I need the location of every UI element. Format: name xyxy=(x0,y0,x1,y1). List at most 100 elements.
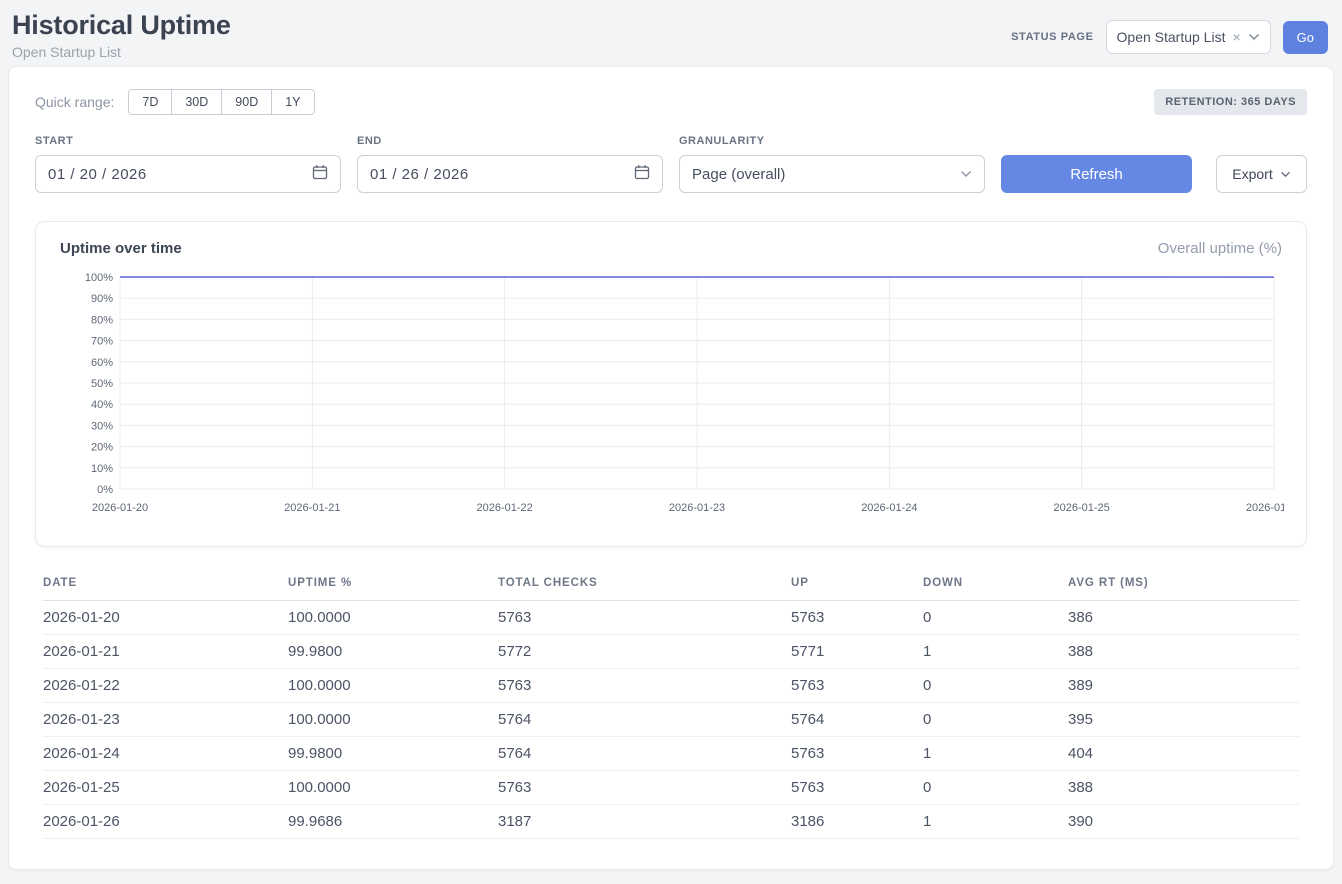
svg-text:2026-01-26: 2026-01-26 xyxy=(1246,502,1284,514)
table-cell: 388 xyxy=(1068,771,1299,805)
page-header: Historical Uptime Open Startup List STAT… xyxy=(0,0,1342,66)
table-column-header: UP xyxy=(791,569,923,601)
table-cell: 1 xyxy=(923,635,1068,669)
refresh-button[interactable]: Refresh xyxy=(1001,155,1192,193)
table-cell: 2026-01-21 xyxy=(43,635,288,669)
table-row: 2026-01-22100.0000576357630389 xyxy=(43,669,1299,703)
table-cell: 386 xyxy=(1068,601,1299,635)
table-cell: 99.9800 xyxy=(288,635,498,669)
table-column-header: AVG RT (MS) xyxy=(1068,569,1299,601)
quick-range-30d-button[interactable]: 30D xyxy=(171,89,222,115)
table-header-row: DATEUPTIME %TOTAL CHECKSUPDOWNAVG RT (MS… xyxy=(43,569,1299,601)
quick-range-group: 7D30D90D1Y xyxy=(128,89,314,115)
svg-text:90%: 90% xyxy=(91,293,113,305)
svg-text:10%: 10% xyxy=(91,463,113,475)
table-column-header: DATE xyxy=(43,569,288,601)
table-cell: 0 xyxy=(923,669,1068,703)
svg-text:100%: 100% xyxy=(85,272,113,284)
end-date-field-group: END 01 / 26 / 2026 xyxy=(357,135,663,193)
table-column-header: TOTAL CHECKS xyxy=(498,569,791,601)
table-row: 2026-01-2699.9686318731861390 xyxy=(43,805,1299,839)
table-cell: 389 xyxy=(1068,669,1299,703)
table-column-header: UPTIME % xyxy=(288,569,498,601)
start-date-field-group: START 01 / 20 / 2026 xyxy=(35,135,341,193)
table-cell: 5763 xyxy=(791,737,923,771)
table-row: 2026-01-25100.0000576357630388 xyxy=(43,771,1299,805)
end-date-label: END xyxy=(357,135,663,147)
table-cell: 2026-01-25 xyxy=(43,771,288,805)
table-cell: 100.0000 xyxy=(288,669,498,703)
table-cell: 5763 xyxy=(498,601,791,635)
table-cell: 5771 xyxy=(791,635,923,669)
svg-text:2026-01-25: 2026-01-25 xyxy=(1054,502,1110,514)
export-button-label: Export xyxy=(1232,166,1272,182)
table-cell: 2026-01-26 xyxy=(43,805,288,839)
svg-text:2026-01-21: 2026-01-21 xyxy=(284,502,340,514)
table-row: 2026-01-2199.9800577257711388 xyxy=(43,635,1299,669)
quick-range-90d-button[interactable]: 90D xyxy=(221,89,272,115)
status-page-controls: STATUS PAGE Open Startup List × Go xyxy=(1011,20,1328,54)
retention-badge: RETENTION: 365 DAYS xyxy=(1154,89,1307,115)
end-date-value: 01 / 26 / 2026 xyxy=(370,166,469,183)
svg-text:70%: 70% xyxy=(91,336,113,348)
uptime-table: DATEUPTIME %TOTAL CHECKSUPDOWNAVG RT (MS… xyxy=(43,569,1299,839)
table-cell: 2026-01-22 xyxy=(43,669,288,703)
granularity-selected-value: Page (overall) xyxy=(692,166,785,183)
status-page-select[interactable]: Open Startup List × xyxy=(1106,20,1271,54)
go-button[interactable]: Go xyxy=(1283,21,1328,54)
table-cell: 1 xyxy=(923,805,1068,839)
svg-text:2026-01-20: 2026-01-20 xyxy=(92,502,148,514)
table-column-header: DOWN xyxy=(923,569,1068,601)
chart-legend: Overall uptime (%) xyxy=(1158,240,1282,257)
table-cell: 5763 xyxy=(498,771,791,805)
table-cell: 0 xyxy=(923,771,1068,805)
chevron-down-icon xyxy=(960,170,972,178)
svg-text:50%: 50% xyxy=(91,378,113,390)
quick-range-label: Quick range: xyxy=(35,94,114,110)
page-title: Historical Uptime xyxy=(12,10,231,41)
calendar-icon[interactable] xyxy=(634,164,650,184)
quick-range-row: Quick range: 7D30D90D1Y RETENTION: 365 D… xyxy=(35,89,1307,115)
table-row: 2026-01-2499.9800576457631404 xyxy=(43,737,1299,771)
table-cell: 100.0000 xyxy=(288,601,498,635)
table-cell: 404 xyxy=(1068,737,1299,771)
granularity-field-group: GRANULARITY Page (overall) xyxy=(679,135,985,193)
svg-text:80%: 80% xyxy=(91,314,113,326)
svg-text:20%: 20% xyxy=(91,442,113,454)
start-date-input[interactable]: 01 / 20 / 2026 xyxy=(35,155,341,193)
quick-range-wrap: Quick range: 7D30D90D1Y xyxy=(35,89,315,115)
table-body: 2026-01-20100.00005763576303862026-01-21… xyxy=(43,601,1299,839)
table-cell: 5763 xyxy=(498,669,791,703)
export-button[interactable]: Export xyxy=(1216,155,1307,193)
table-row: 2026-01-20100.0000576357630386 xyxy=(43,601,1299,635)
header-titles: Historical Uptime Open Startup List xyxy=(12,10,231,60)
quick-range-7d-button[interactable]: 7D xyxy=(128,89,172,115)
start-date-label: START xyxy=(35,135,341,147)
table-cell: 0 xyxy=(923,601,1068,635)
granularity-select[interactable]: Page (overall) xyxy=(679,155,985,193)
table-cell: 2026-01-20 xyxy=(43,601,288,635)
table-cell: 100.0000 xyxy=(288,703,498,737)
table-cell: 5763 xyxy=(791,771,923,805)
table-cell: 1 xyxy=(923,737,1068,771)
table-cell: 5763 xyxy=(791,601,923,635)
table-cell: 5772 xyxy=(498,635,791,669)
uptime-chart: 0%10%20%30%40%50%60%70%80%90%100%2026-01… xyxy=(58,269,1284,533)
filter-form-row: START 01 / 20 / 2026 END 01 / 26 / 2026 … xyxy=(35,135,1307,193)
table-cell: 395 xyxy=(1068,703,1299,737)
granularity-label: GRANULARITY xyxy=(679,135,985,147)
quick-range-1y-button[interactable]: 1Y xyxy=(271,89,314,115)
clear-selection-icon[interactable]: × xyxy=(1232,30,1240,44)
table-cell: 5764 xyxy=(498,737,791,771)
page-subtitle: Open Startup List xyxy=(12,44,231,60)
chart-title: Uptime over time xyxy=(60,240,182,257)
table-cell: 5763 xyxy=(791,669,923,703)
main-panel: Quick range: 7D30D90D1Y RETENTION: 365 D… xyxy=(8,66,1334,870)
chevron-down-icon xyxy=(1248,33,1260,41)
end-date-input[interactable]: 01 / 26 / 2026 xyxy=(357,155,663,193)
table-cell: 99.9686 xyxy=(288,805,498,839)
calendar-icon[interactable] xyxy=(312,164,328,184)
table-cell: 390 xyxy=(1068,805,1299,839)
chart-card: Uptime over time Overall uptime (%) 0%10… xyxy=(35,221,1307,547)
status-page-label: STATUS PAGE xyxy=(1011,31,1093,43)
